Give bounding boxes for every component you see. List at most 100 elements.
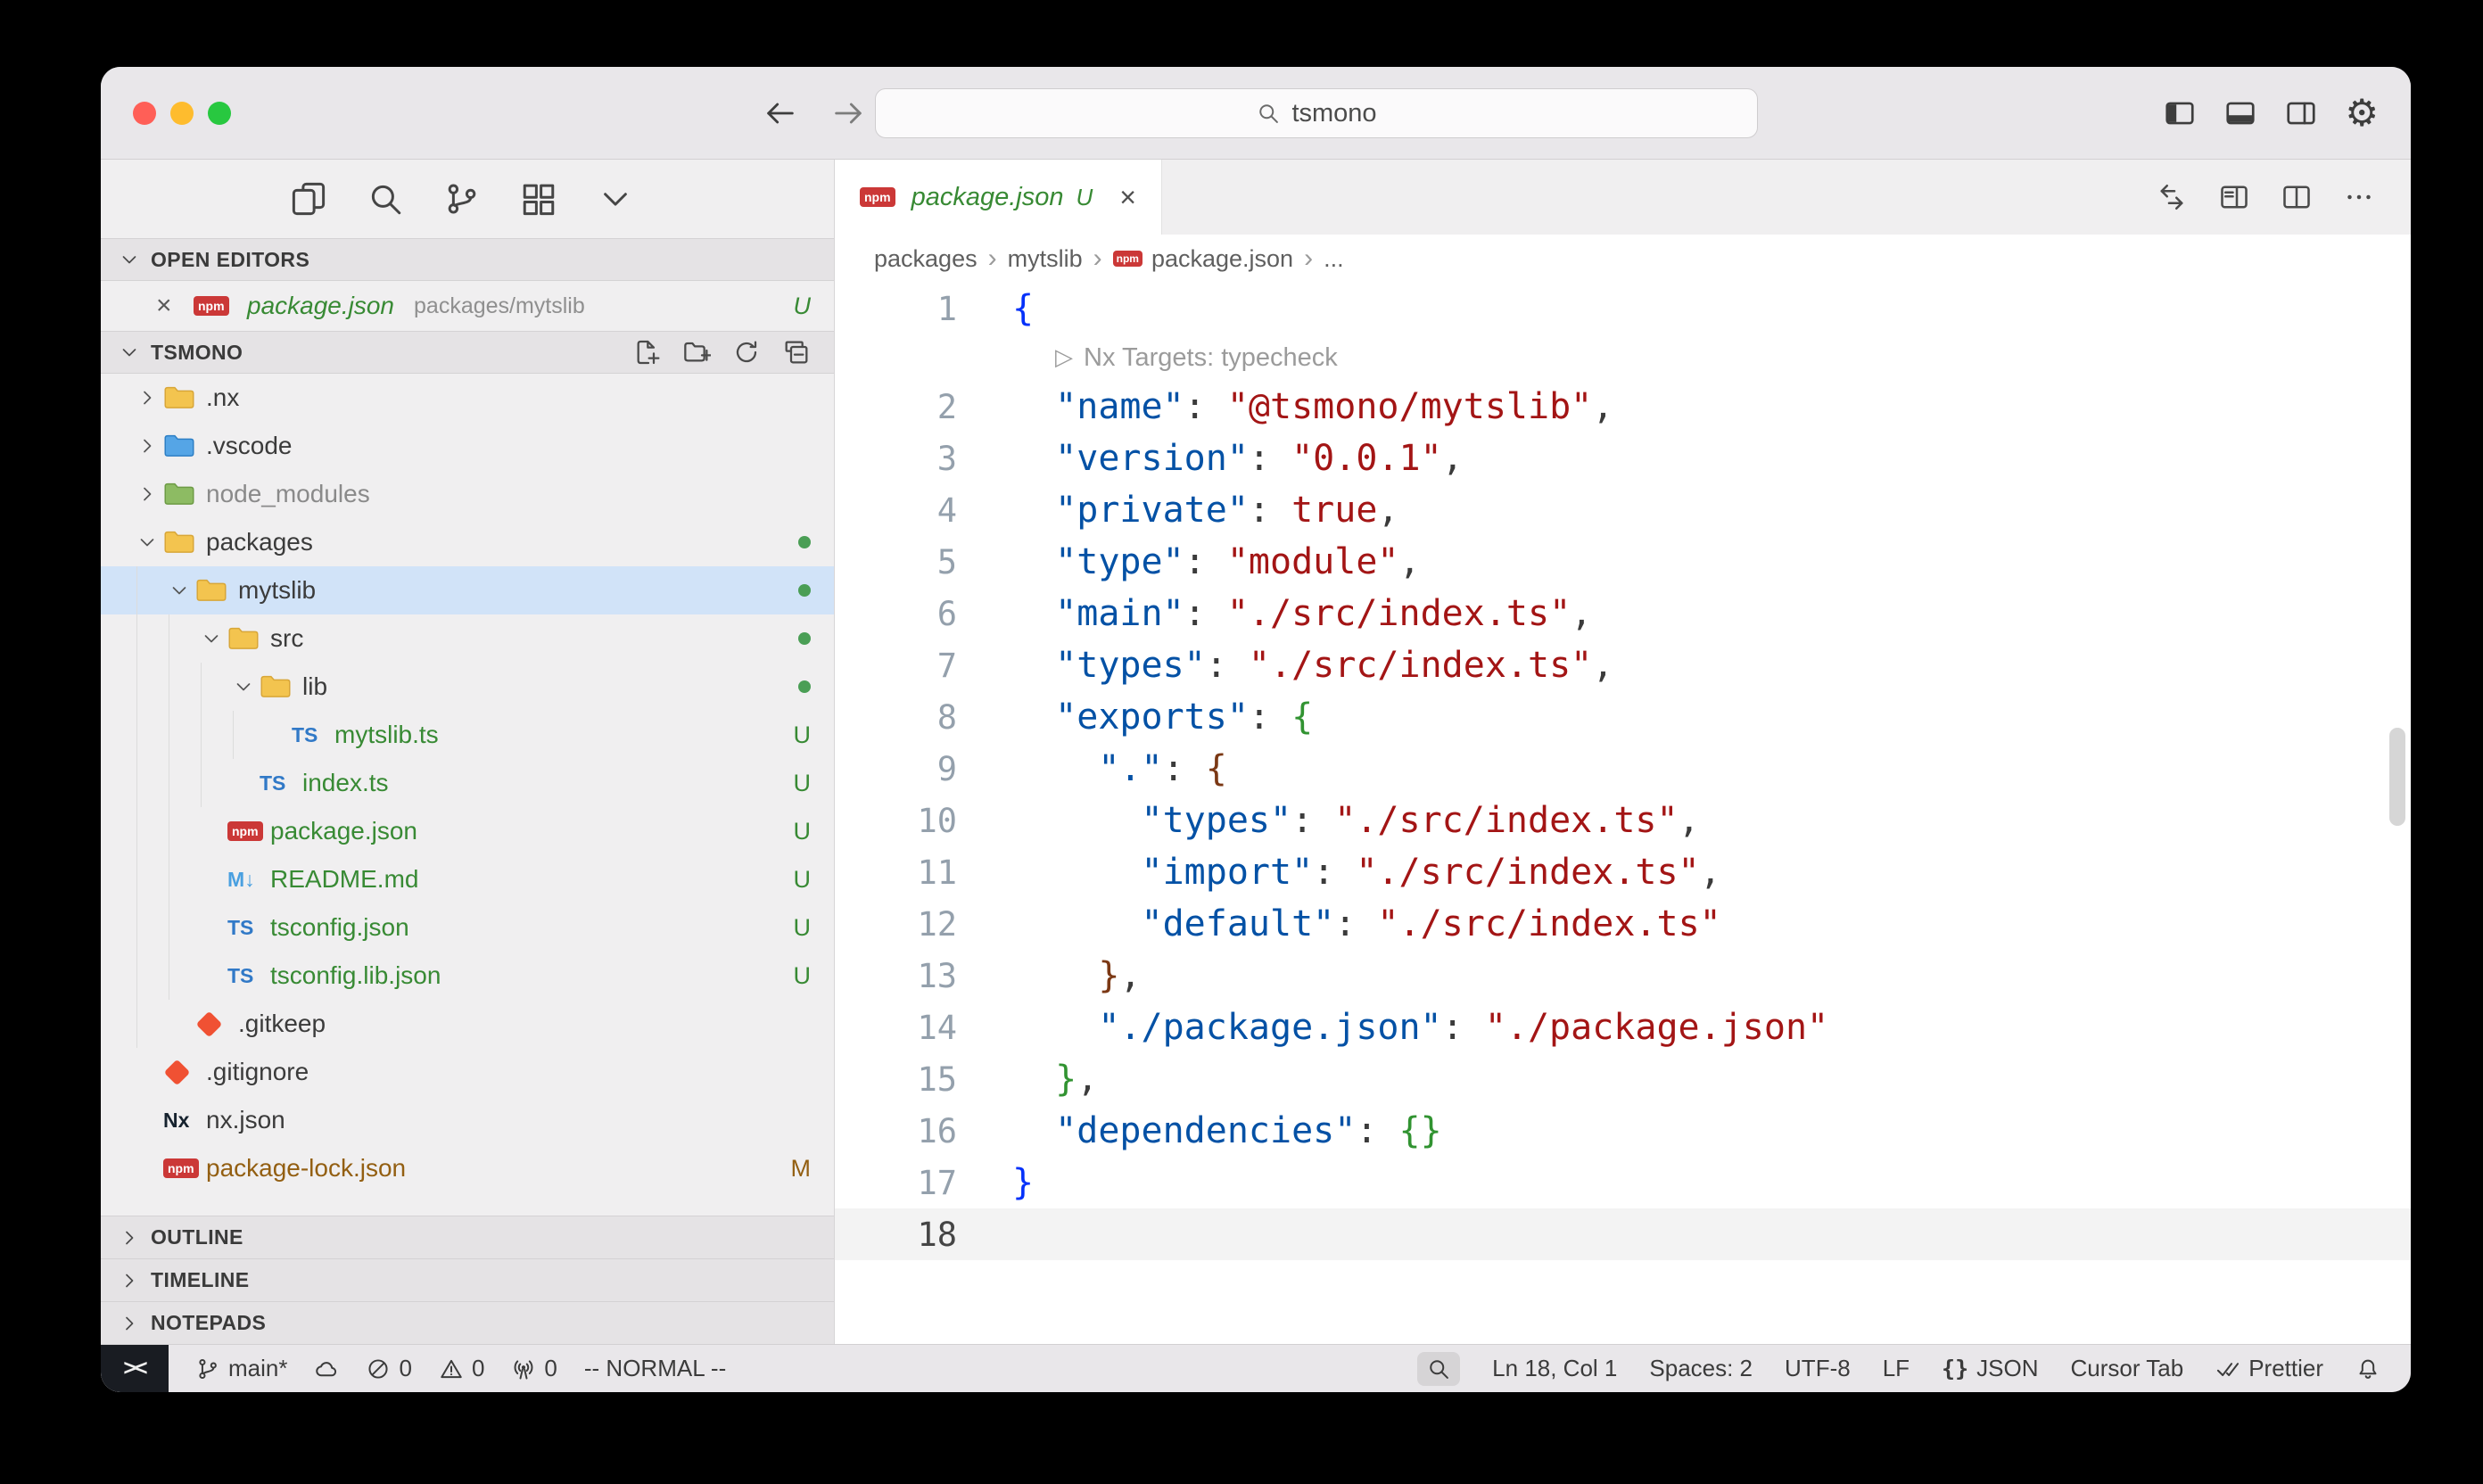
tree-item-mytslib[interactable]: mytslib xyxy=(101,566,834,614)
status-item[interactable]: Cursor Tab xyxy=(2071,1355,2184,1382)
panel-section-notepads[interactable]: NOTEPADS xyxy=(101,1301,834,1344)
editor-scrollbar[interactable] xyxy=(2389,728,2405,826)
collapse-all-icon[interactable] xyxy=(782,338,811,367)
tree-item-package.json[interactable]: npmpackage.jsonU xyxy=(101,807,834,855)
breadcrumb-item[interactable]: npmpackage.json xyxy=(1113,245,1293,273)
more-actions-icon[interactable] xyxy=(2343,181,2375,213)
breadcrumb-item[interactable]: mytslib xyxy=(1008,245,1083,273)
status-item[interactable]: {}JSON xyxy=(1942,1355,2038,1382)
maximize-window-button[interactable] xyxy=(208,102,231,125)
tree-item-nx.json[interactable]: Nxnx.json xyxy=(101,1096,834,1144)
code-text: "type": "module", xyxy=(957,541,1421,582)
activity-search-icon[interactable] xyxy=(367,180,404,218)
git-status-badge: U xyxy=(794,770,812,797)
open-editor-item[interactable]: ×npmpackage.jsonpackages/mytslibU xyxy=(101,281,834,331)
code-line-2[interactable]: 2 "name": "@tsmono/mytslib", xyxy=(835,381,2411,433)
close-tab-icon[interactable]: × xyxy=(1119,181,1136,214)
tree-item-mytslib.ts[interactable]: TSmytslib.tsU xyxy=(101,711,834,759)
status-item[interactable]: -- NORMAL -- xyxy=(584,1355,726,1382)
status-item[interactable]: Spaces: 2 xyxy=(1649,1355,1753,1382)
status-item[interactable]: UTF-8 xyxy=(1785,1355,1851,1382)
breadcrumb-item[interactable]: ... xyxy=(1324,245,1344,273)
code-line-10[interactable]: 10 "types": "./src/index.ts", xyxy=(835,795,2411,846)
status-item[interactable]: main* xyxy=(195,1355,287,1382)
code-line-16[interactable]: 16 "dependencies": {} xyxy=(835,1105,2411,1157)
tree-item-.nx[interactable]: .nx xyxy=(101,374,834,422)
panel-section-outline[interactable]: OUTLINE xyxy=(101,1216,834,1258)
remote-indicator[interactable]: >< xyxy=(101,1345,169,1392)
status-item[interactable]: 0 xyxy=(366,1355,411,1382)
forward-button[interactable] xyxy=(830,95,866,131)
status-item[interactable]: 0 xyxy=(439,1355,484,1382)
code-line-18[interactable]: 18 xyxy=(835,1208,2411,1260)
tree-item-.gitkeep[interactable]: .gitkeep xyxy=(101,1000,834,1048)
command-center-search[interactable]: tsmono xyxy=(875,88,1758,138)
activity-extensions-icon[interactable] xyxy=(520,180,557,218)
tree-item-README.md[interactable]: M↓README.mdU xyxy=(101,855,834,903)
open-editor-filename: package.json xyxy=(247,292,394,320)
tree-item-.gitignore[interactable]: .gitignore xyxy=(101,1048,834,1096)
tree-item-src[interactable]: src xyxy=(101,614,834,663)
new-folder-icon[interactable] xyxy=(682,338,711,367)
minimize-window-button[interactable] xyxy=(170,102,194,125)
compare-changes-icon[interactable] xyxy=(2156,181,2188,213)
code-line-17[interactable]: 17} xyxy=(835,1157,2411,1208)
close-icon[interactable]: × xyxy=(156,291,181,321)
status-label: 0 xyxy=(544,1355,557,1382)
code-line-3[interactable]: 3 "version": "0.0.1", xyxy=(835,433,2411,484)
codelens-nx-targets[interactable]: ▷Nx Targets: typecheck xyxy=(835,334,2411,381)
activity-source-control-icon[interactable] xyxy=(443,180,481,218)
line-number: 10 xyxy=(835,802,957,840)
tree-item-node_modules[interactable]: node_modules xyxy=(101,470,834,518)
panel-section-timeline[interactable]: TIMELINE xyxy=(101,1258,834,1301)
code-line-6[interactable]: 6 "main": "./src/index.ts", xyxy=(835,588,2411,639)
tab-package-json[interactable]: npm package.json U × xyxy=(835,160,1162,235)
status-item[interactable] xyxy=(1417,1352,1460,1386)
activity-explorer-icon[interactable] xyxy=(290,180,327,218)
code-line-12[interactable]: 12 "default": "./src/index.ts" xyxy=(835,898,2411,950)
panel-bottom-icon[interactable] xyxy=(2223,96,2257,130)
status-item[interactable]: Ln 18, Col 1 xyxy=(1492,1355,1617,1382)
code-line-11[interactable]: 11 "import": "./src/index.ts", xyxy=(835,846,2411,898)
tree-item-packages[interactable]: packages xyxy=(101,518,834,566)
panel-right-icon[interactable] xyxy=(2284,96,2318,130)
line-number: 8 xyxy=(835,698,957,737)
activity-chevron-down-icon[interactable] xyxy=(597,180,634,218)
code-line-15[interactable]: 15 }, xyxy=(835,1053,2411,1105)
open-preview-icon[interactable] xyxy=(2218,181,2250,213)
explorer-header[interactable]: TSMONO xyxy=(101,331,834,374)
git-modified-dot xyxy=(798,632,811,645)
panel-left-icon[interactable] xyxy=(2163,96,2197,130)
code-line-8[interactable]: 8 "exports": { xyxy=(835,691,2411,743)
status-item[interactable]: Prettier xyxy=(2215,1355,2323,1382)
status-item[interactable]: 0 xyxy=(511,1355,557,1382)
settings-gear-icon[interactable]: ⚙ xyxy=(2345,95,2379,132)
tree-item-.vscode[interactable]: .vscode xyxy=(101,422,834,470)
back-button[interactable] xyxy=(763,95,798,131)
tree-item-package-lock.json[interactable]: npmpackage-lock.jsonM xyxy=(101,1144,834,1192)
split-editor-icon[interactable] xyxy=(2281,181,2313,213)
code-line-9[interactable]: 9 ".": { xyxy=(835,743,2411,795)
code-line-4[interactable]: 4 "private": true, xyxy=(835,484,2411,536)
code-line-13[interactable]: 13 }, xyxy=(835,950,2411,1002)
code-line-1[interactable]: 1{ xyxy=(835,283,2411,334)
status-item[interactable]: LF xyxy=(1883,1355,1910,1382)
status-item[interactable] xyxy=(314,1356,339,1381)
open-editors-header[interactable]: OPEN EDITORS xyxy=(101,238,834,281)
tree-item-tsconfig.json[interactable]: TStsconfig.jsonU xyxy=(101,903,834,952)
tree-item-lib[interactable]: lib xyxy=(101,663,834,711)
code-text: "import": "./src/index.ts", xyxy=(957,852,1721,893)
code-line-7[interactable]: 7 "types": "./src/index.ts", xyxy=(835,639,2411,691)
line-number: 3 xyxy=(835,440,957,478)
status-item[interactable] xyxy=(2355,1356,2380,1381)
status-label: LF xyxy=(1883,1355,1910,1382)
breadcrumb-item[interactable]: packages xyxy=(874,245,978,273)
tree-item-index.ts[interactable]: TSindex.tsU xyxy=(101,759,834,807)
new-file-icon[interactable] xyxy=(632,338,661,367)
code-line-14[interactable]: 14 "./package.json": "./package.json" xyxy=(835,1002,2411,1053)
code-line-5[interactable]: 5 "type": "module", xyxy=(835,536,2411,588)
tree-item-tsconfig.lib.json[interactable]: TStsconfig.lib.jsonU xyxy=(101,952,834,1000)
refresh-icon[interactable] xyxy=(732,338,761,367)
code-editor[interactable]: 1{▷Nx Targets: typecheck2 "name": "@tsmo… xyxy=(835,283,2411,1344)
close-window-button[interactable] xyxy=(133,102,156,125)
